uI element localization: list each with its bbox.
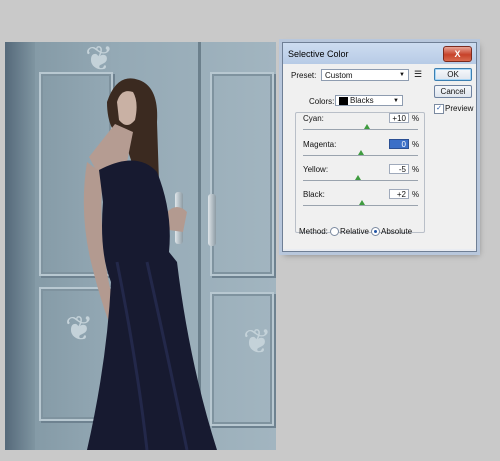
list-options-icon[interactable]: ☰	[414, 69, 422, 80]
chevron-down-icon: ▼	[393, 97, 399, 104]
absolute-label: Absolute	[381, 227, 413, 236]
black-value-field[interactable]: +2	[389, 189, 409, 199]
yellow-unit: %	[412, 165, 420, 174]
close-button[interactable]: X	[443, 45, 472, 62]
colors-value: Blacks	[350, 96, 374, 105]
yellow-value-field[interactable]: -5	[389, 164, 409, 174]
cancel-label: Cancel	[440, 87, 466, 96]
magenta-value-field[interactable]: 0	[389, 139, 409, 149]
ornament-right: ❦	[243, 323, 272, 361]
cyan-unit: %	[412, 114, 420, 123]
ok-button[interactable]: OK	[434, 68, 472, 81]
photo-canvas: ❦ ❦ ❦	[5, 42, 276, 450]
cyan-slider-track[interactable]	[303, 129, 418, 130]
dialog-title: Selective Color	[288, 48, 349, 59]
relative-label: Relative	[340, 227, 369, 236]
method-label: Method:	[299, 227, 328, 236]
preview-label: Preview	[445, 104, 474, 113]
magenta-unit: %	[412, 140, 420, 149]
black-unit: %	[412, 190, 420, 199]
cyan-slider-thumb[interactable]	[364, 124, 370, 129]
black-slider-track[interactable]	[303, 205, 418, 206]
preview-checkbox[interactable]: ✓	[434, 104, 444, 114]
relative-radio[interactable]	[330, 227, 339, 236]
yellow-slider-track[interactable]	[303, 180, 418, 181]
colors-label: Colors:	[309, 97, 335, 106]
ok-label: OK	[447, 70, 459, 79]
cyan-label: Cyan:	[303, 114, 324, 123]
black-label: Black:	[303, 190, 325, 199]
preset-value: Custom	[325, 70, 353, 80]
wall-shadow	[5, 42, 35, 450]
dialog-titlebar[interactable]: Selective Color X	[283, 43, 476, 64]
colors-select[interactable]: Blacks ▼	[335, 95, 403, 106]
chevron-down-icon: ▼	[399, 72, 405, 78]
selective-color-dialog: Selective Color X Preset: Custom ▼ ☰ OK …	[282, 42, 477, 252]
absolute-radio[interactable]	[371, 227, 380, 236]
preset-label: Preset:	[291, 71, 317, 80]
woman-figure	[83, 78, 217, 450]
dialog-body: Preset: Custom ▼ ☰ OK Cancel ✓ Preview C…	[283, 64, 476, 249]
magenta-label: Magenta:	[303, 140, 337, 149]
close-icon: X	[454, 48, 461, 59]
yellow-label: Yellow:	[303, 165, 329, 174]
black-slider-thumb[interactable]	[359, 200, 365, 205]
preset-select[interactable]: Custom ▼	[321, 69, 409, 81]
yellow-slider-thumb[interactable]	[355, 175, 361, 180]
cyan-value-field[interactable]: +10	[389, 113, 409, 123]
magenta-slider-track[interactable]	[303, 155, 418, 156]
magenta-slider-thumb[interactable]	[358, 150, 364, 155]
colors-select-value: Blacks	[339, 96, 374, 105]
cancel-button[interactable]: Cancel	[434, 85, 472, 98]
blacks-swatch	[339, 96, 348, 105]
